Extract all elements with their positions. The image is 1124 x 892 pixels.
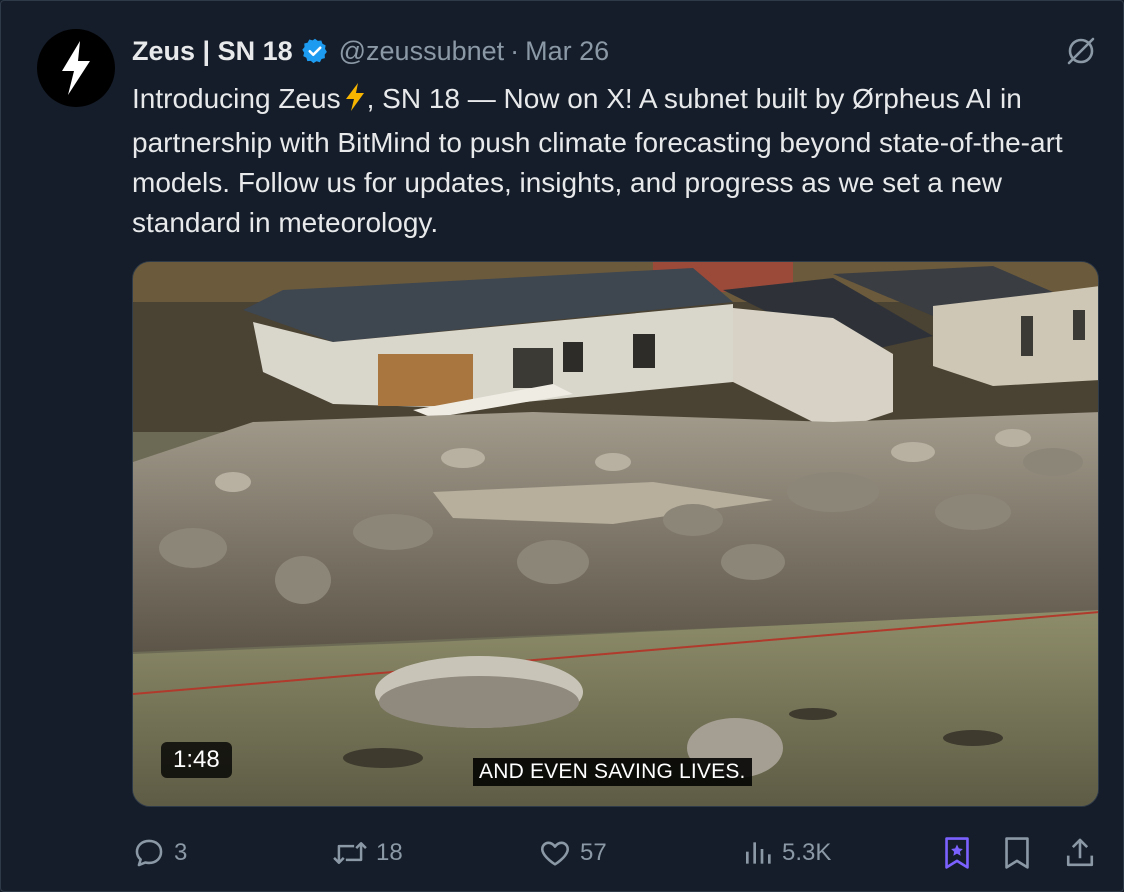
repost-button[interactable]: 18 — [332, 831, 403, 875]
views-count: 5.3K — [782, 839, 832, 866]
share-button[interactable] — [1064, 831, 1104, 875]
repost-icon — [333, 842, 367, 864]
display-name[interactable]: Zeus | SN 18 — [132, 36, 293, 67]
reply-button[interactable]: 3 — [132, 831, 187, 875]
bookmark-button[interactable] — [1002, 831, 1040, 875]
like-button[interactable]: 57 — [538, 831, 607, 875]
video-duration: 1:48 — [161, 742, 232, 778]
grok-bookmark-button[interactable] — [942, 831, 980, 875]
timestamp[interactable]: Mar 26 — [525, 36, 609, 67]
handle[interactable]: @zeussubnet — [339, 36, 505, 67]
tweet-text: Introducing Zeus, SN 18 — Now on X! A su… — [132, 79, 1107, 243]
tweet-card: Zeus | SN 18 @zeussubnet · Mar 26 Introd… — [0, 0, 1124, 892]
heart-icon — [541, 841, 569, 866]
repost-count: 18 — [376, 839, 403, 866]
grok-bookmark-icon — [945, 837, 969, 869]
reply-icon — [135, 839, 163, 867]
like-count: 57 — [580, 839, 607, 866]
lightning-bolt-logo — [62, 41, 90, 95]
bookmark-icon — [1005, 837, 1029, 869]
views-button[interactable]: 5.3K — [742, 831, 831, 875]
verified-badge-icon — [301, 37, 329, 65]
separator: · — [510, 35, 520, 66]
tweet-header: Zeus | SN 18 @zeussubnet · Mar 26 — [132, 33, 609, 69]
reply-count: 3 — [174, 839, 188, 866]
avatar[interactable] — [37, 29, 115, 107]
high-voltage-emoji — [343, 82, 367, 123]
views-icon — [746, 842, 771, 864]
tweet-actions: 3 18 57 5.3K — [132, 831, 1100, 875]
grok-icon[interactable] — [1061, 31, 1101, 71]
video-caption: AND EVEN SAVING LIVES. — [473, 758, 752, 786]
video-thumbnail — [133, 262, 1098, 806]
share-icon — [1066, 838, 1094, 867]
video-player[interactable]: 1:48 AND EVEN SAVING LIVES. — [132, 261, 1099, 807]
tweet-text-intro: Introducing Zeus — [132, 83, 341, 114]
